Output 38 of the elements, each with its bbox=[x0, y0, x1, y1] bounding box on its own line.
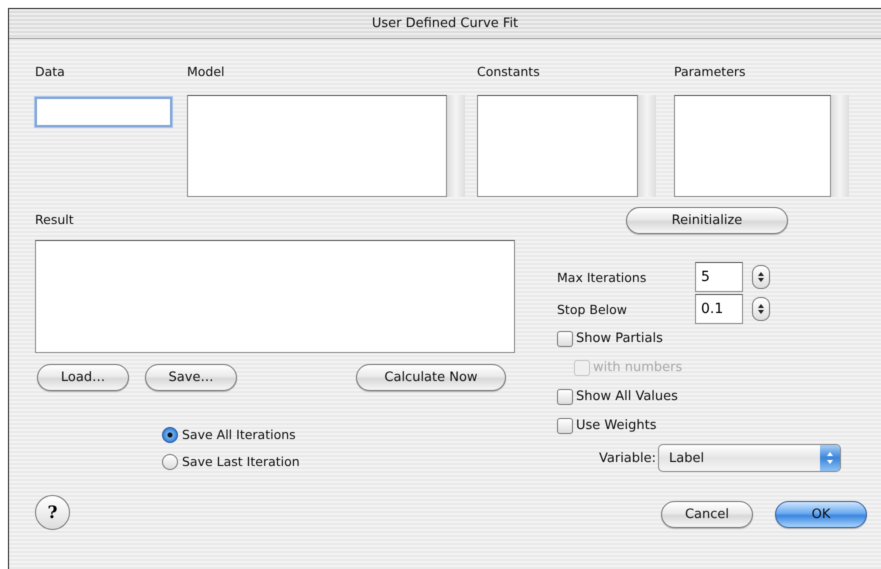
field-label: Max Iterations bbox=[557, 270, 648, 284]
checkbox[interactable] bbox=[557, 388, 573, 404]
field-label: Parameters bbox=[674, 63, 747, 81]
field-label: Data bbox=[35, 63, 66, 81]
field-label: Constants bbox=[477, 63, 541, 81]
text-area[interactable] bbox=[187, 95, 447, 197]
field-label: Variable: bbox=[599, 450, 656, 466]
checkbox-label: Use Weights bbox=[576, 418, 656, 433]
field-label: Result bbox=[35, 211, 75, 229]
push-button[interactable]: Cancel bbox=[661, 501, 753, 528]
checkbox-label: Show All Values bbox=[576, 389, 678, 404]
push-button[interactable]: OK bbox=[775, 501, 867, 528]
stepper-icon[interactable] bbox=[752, 297, 770, 321]
checkbox-label: with numbers bbox=[593, 360, 682, 375]
result-area[interactable] bbox=[35, 240, 515, 353]
checkbox[interactable] bbox=[557, 418, 573, 434]
push-button[interactable]: Calculate Now bbox=[356, 364, 506, 391]
checkbox[interactable] bbox=[557, 330, 573, 346]
help-button[interactable]: ? bbox=[35, 495, 70, 530]
radio-label: Save All Iterations bbox=[182, 427, 296, 442]
popup-arrows-icon[interactable] bbox=[820, 445, 840, 471]
number-field[interactable]: 5 bbox=[695, 262, 743, 292]
number-field[interactable]: 0.1 bbox=[695, 294, 743, 324]
radio-button[interactable] bbox=[162, 454, 178, 470]
checkbox-label: Show Partials bbox=[576, 331, 663, 346]
text-area[interactable] bbox=[674, 95, 831, 197]
push-button[interactable]: Save… bbox=[145, 364, 237, 391]
window-title: User Defined Curve Fit bbox=[372, 16, 518, 31]
radio-button[interactable] bbox=[162, 426, 178, 442]
push-button[interactable]: Reinitialize bbox=[626, 206, 788, 234]
popup-menu[interactable]: Label bbox=[658, 444, 842, 472]
push-button[interactable]: Load… bbox=[37, 364, 129, 391]
text-area[interactable] bbox=[477, 95, 638, 197]
stepper-icon[interactable] bbox=[752, 265, 770, 289]
field-label: Stop Below bbox=[557, 302, 628, 316]
field-label: Model bbox=[187, 63, 226, 81]
data-field[interactable] bbox=[35, 97, 172, 127]
radio-label: Save Last Iteration bbox=[182, 454, 300, 469]
